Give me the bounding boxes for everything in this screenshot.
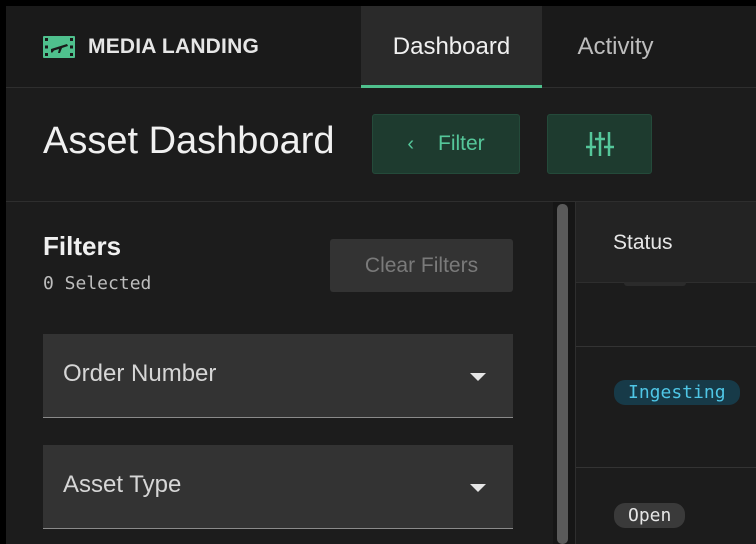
brand[interactable]: MEDIA LANDING (43, 35, 259, 59)
clear-filters-label: Clear Filters (364, 253, 479, 277)
tune-icon (585, 132, 614, 156)
clear-filters-button[interactable]: Clear Filters (330, 239, 513, 292)
asset-type-label: Asset Type (63, 471, 182, 498)
selected-count: 0 Selected (43, 273, 152, 294)
table-row[interactable]: Ingesting (576, 347, 756, 468)
order-number-select[interactable]: Order Number (43, 334, 513, 418)
order-number-label: Order Number (63, 360, 217, 387)
top-nav: MEDIA LANDING Dashboard Activity (6, 6, 756, 88)
tab-dashboard-label: Dashboard (392, 32, 511, 60)
column-header-status[interactable]: Status (613, 231, 673, 255)
status-badge: Ingesting (614, 380, 740, 405)
status-badge: Open (614, 503, 686, 528)
brand-name: MEDIA LANDING (88, 35, 259, 58)
tab-activity[interactable]: Activity (542, 6, 689, 87)
app-window: MEDIA LANDING Dashboard Activity Asset D… (6, 6, 756, 544)
page-title: Asset Dashboard (43, 120, 335, 162)
table-header: Status (576, 202, 756, 283)
asset-type-select[interactable]: Asset Type (43, 445, 513, 529)
filters-heading: Filters (43, 231, 122, 261)
filter-panel: Filters 0 Selected Clear Filters Order N… (6, 202, 553, 544)
scrollbar-thumb[interactable] (557, 204, 568, 544)
filter-button-label: Filter (438, 132, 485, 155)
dropdown-caret-icon (470, 373, 486, 381)
chevron-left-icon: ‹ (407, 132, 414, 155)
asset-table: Status Ingesting Open (575, 202, 756, 544)
tab-activity-label: Activity (577, 32, 654, 60)
filter-toggle-button[interactable]: ‹ Filter (372, 114, 520, 174)
table-row[interactable] (576, 283, 756, 347)
table-row[interactable]: Open (576, 468, 756, 544)
tab-dashboard[interactable]: Dashboard (361, 6, 542, 88)
film-plane-icon (43, 36, 75, 58)
page-header: Asset Dashboard ‹ Filter (6, 88, 756, 202)
dropdown-caret-icon (470, 484, 486, 492)
tune-button[interactable] (547, 114, 652, 174)
